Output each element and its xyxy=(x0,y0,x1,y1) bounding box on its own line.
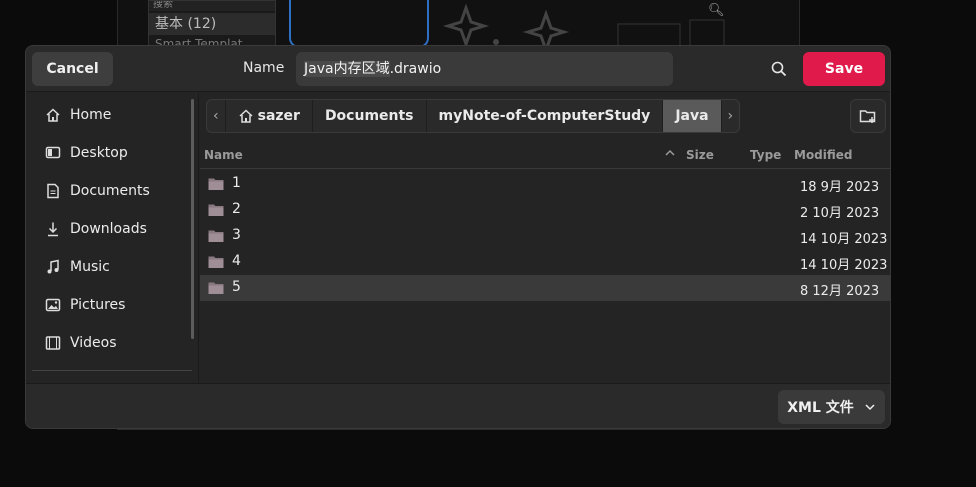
file-name: 2 xyxy=(232,201,241,217)
save-button[interactable]: Save xyxy=(803,52,885,86)
sidebar-item-label: Downloads xyxy=(70,221,147,237)
new-folder-icon xyxy=(859,110,876,123)
cancel-button[interactable]: Cancel xyxy=(32,52,113,86)
file-type-filter-label: XML 文件 xyxy=(787,400,854,416)
filename-selected-text: Java内存区域 xyxy=(304,61,390,77)
file-row[interactable]: 2 2 10月 2023 xyxy=(200,197,890,223)
path-forward-button[interactable]: › xyxy=(722,100,740,132)
sidebar-item-pictures[interactable]: Pictures xyxy=(44,293,125,317)
home-icon xyxy=(44,106,62,124)
sidebar-item-music[interactable]: Music xyxy=(44,255,110,279)
sidebar-item-label: Desktop xyxy=(70,145,128,161)
filename-extension: .drawio xyxy=(389,61,442,77)
folder-icon xyxy=(208,281,224,299)
dialog-header: Cancel Name Java内存区域.drawio Save xyxy=(26,46,890,92)
sidebar-item-documents[interactable]: Documents xyxy=(44,179,150,203)
file-type-filter-dropdown[interactable]: XML 文件 xyxy=(778,390,885,424)
pictures-icon xyxy=(44,296,62,314)
downloads-icon xyxy=(44,220,62,238)
dialog-footer: XML 文件 xyxy=(26,383,890,428)
background-selected-card xyxy=(289,0,429,48)
sidebar-divider xyxy=(32,370,192,371)
column-name[interactable]: Name xyxy=(204,148,243,162)
folder-icon xyxy=(208,229,224,247)
folder-icon xyxy=(208,203,224,221)
file-modified: 8 12月 2023 xyxy=(800,284,880,299)
file-modified: 18 9月 2023 xyxy=(800,180,880,195)
breadcrumb-mynote[interactable]: myNote-of-ComputerStudy xyxy=(427,100,664,132)
music-icon xyxy=(44,258,62,276)
sidebar-item-label: Documents xyxy=(70,183,150,199)
sidebar-item-label: Music xyxy=(70,259,110,275)
chevron-left-icon: ‹ xyxy=(213,108,219,124)
file-row[interactable]: 1 18 9月 2023 xyxy=(200,171,890,197)
save-file-dialog: Cancel Name Java内存区域.drawio Save Home De… xyxy=(25,45,891,429)
file-name: 4 xyxy=(232,253,241,269)
documents-icon xyxy=(44,182,62,200)
name-label: Name xyxy=(243,60,285,76)
file-row[interactable]: 4 14 10月 2023 xyxy=(200,249,890,275)
breadcrumb-java[interactable]: Java xyxy=(663,100,722,132)
breadcrumb-label: sazer xyxy=(257,108,300,124)
sidebar-item-desktop[interactable]: Desktop xyxy=(44,141,128,165)
sidebar-item-downloads[interactable]: Downloads xyxy=(44,217,147,241)
places-sidebar: Home Desktop Documents Downloads Music P… xyxy=(26,93,199,383)
file-modified: 14 10月 2023 xyxy=(800,232,888,247)
folder-icon xyxy=(208,255,224,273)
filename-input[interactable]: Java内存区域.drawio xyxy=(296,52,673,86)
file-name: 3 xyxy=(232,227,241,243)
column-modified[interactable]: Modified xyxy=(794,148,853,162)
file-name: 5 xyxy=(232,279,241,295)
background-category-list: 搜索 基本 (12) Smart Templat xyxy=(148,0,276,51)
home-icon xyxy=(239,109,253,123)
search-button[interactable] xyxy=(762,54,796,84)
breadcrumb-home[interactable]: sazer xyxy=(226,100,313,132)
breadcrumb-documents[interactable]: Documents xyxy=(313,100,427,132)
file-name: 1 xyxy=(232,175,241,191)
folder-icon xyxy=(208,177,224,195)
sort-ascending-icon xyxy=(664,147,676,162)
path-bar: ‹ sazer Documents myNote-of-ComputerStud… xyxy=(206,99,741,133)
search-icon xyxy=(771,61,787,77)
background-sparkle-shapes xyxy=(440,0,800,55)
background-list-row: 搜索 xyxy=(149,1,275,11)
sidebar-scrollbar[interactable] xyxy=(191,99,194,339)
file-list-header: Name Size Type Modified xyxy=(200,141,890,169)
file-row[interactable]: 5 8 12月 2023 xyxy=(200,275,890,301)
sidebar-item-label: Pictures xyxy=(70,297,126,313)
sidebar-item-label: Home xyxy=(70,107,112,123)
sidebar-item-home[interactable]: Home xyxy=(44,103,111,127)
chevron-right-icon: › xyxy=(727,108,734,124)
background-list-row: 基本 (12) xyxy=(149,13,275,35)
background-search-icon: 🔍︎ xyxy=(708,3,725,18)
sidebar-item-label: Videos xyxy=(70,335,117,351)
file-modified: 14 10月 2023 xyxy=(800,258,888,273)
column-type[interactable]: Type xyxy=(750,148,781,162)
sidebar-item-videos[interactable]: Videos xyxy=(44,331,117,355)
file-row[interactable]: 3 14 10月 2023 xyxy=(200,223,890,249)
videos-icon xyxy=(44,334,62,352)
desktop-icon xyxy=(44,144,62,162)
file-modified: 2 10月 2023 xyxy=(800,206,880,221)
chevron-down-icon xyxy=(865,404,875,411)
column-size[interactable]: Size xyxy=(686,148,714,162)
new-folder-button[interactable] xyxy=(850,99,886,133)
path-back-button[interactable]: ‹ xyxy=(207,100,226,132)
